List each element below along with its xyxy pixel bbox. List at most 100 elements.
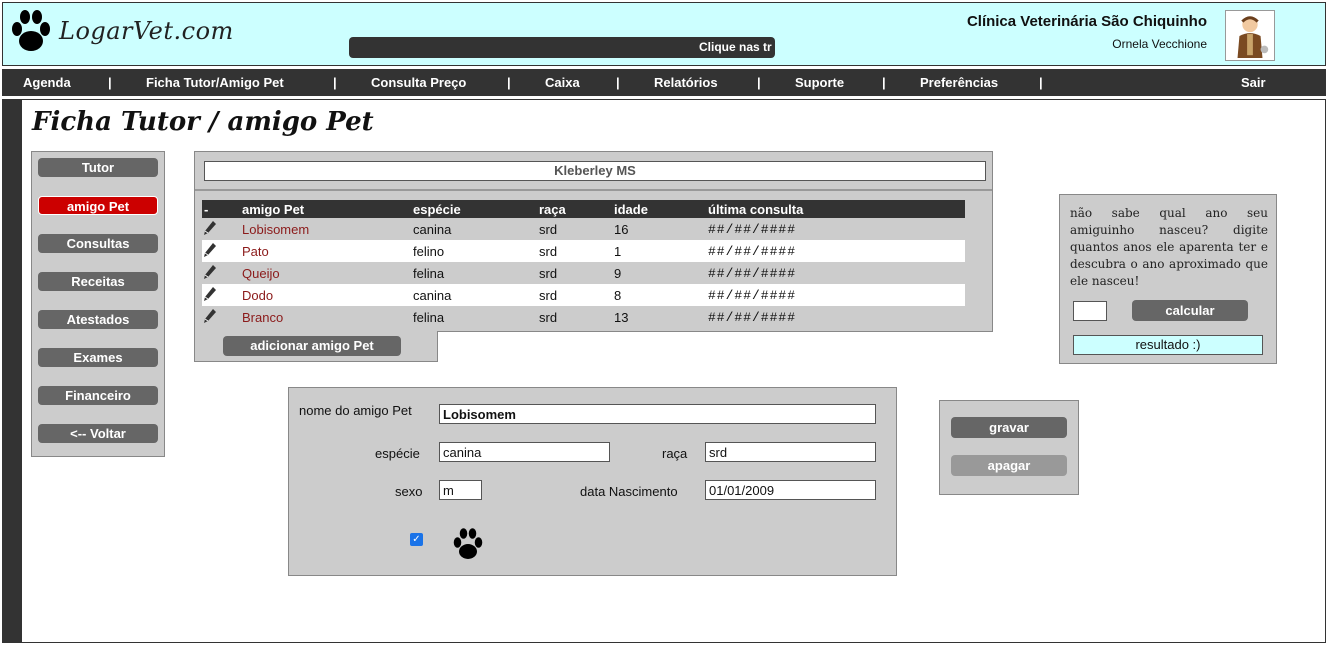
avatar: [1225, 10, 1275, 61]
age-calculator-panel: não sabe qual ano seu amiguinho nasceu? …: [1059, 194, 1277, 364]
age-input[interactable]: [1073, 301, 1107, 321]
nav-separator: |: [333, 75, 337, 90]
calculator-result: resultado :): [1073, 335, 1263, 355]
calculate-button[interactable]: calcular: [1132, 300, 1248, 321]
sex-label: sexo: [395, 484, 423, 499]
table-row[interactable]: Dodo canina srd 8 ##/##/####: [202, 284, 965, 306]
side-item-atestados[interactable]: Atestados: [38, 310, 158, 329]
edit-cell[interactable]: [202, 306, 240, 328]
species-field[interactable]: [439, 442, 610, 462]
side-item-financeiro[interactable]: Financeiro: [38, 386, 158, 405]
birth-date-label: data Nascimento: [580, 484, 678, 499]
species-cell: canina: [411, 218, 537, 240]
col-header-breed[interactable]: raça: [537, 200, 612, 218]
col-header-name[interactable]: amigo Pet: [240, 200, 411, 218]
last-visit-cell: ##/##/####: [706, 218, 965, 240]
pencil-icon[interactable]: [204, 242, 216, 257]
nav-separator: |: [507, 75, 511, 90]
table-row[interactable]: Pato felino srd 1 ##/##/####: [202, 240, 965, 262]
last-visit-cell: ##/##/####: [706, 240, 965, 262]
table-header-row: - amigo Pet espécie raça idade última co…: [202, 200, 965, 218]
nav-relatorios[interactable]: Relatórios: [654, 75, 718, 90]
logo-text: LogarVet.com: [59, 17, 234, 45]
side-item-voltar[interactable]: <-- Voltar: [38, 424, 158, 443]
nav-caixa[interactable]: Caixa: [545, 75, 580, 90]
nav-suporte[interactable]: Suporte: [795, 75, 844, 90]
side-item-amigo-pet[interactable]: amigo Pet: [38, 196, 158, 215]
pet-edit-form: nome do amigo Pet espécie raça sexo data…: [288, 387, 897, 576]
table-row[interactable]: Branco felina srd 13 ##/##/####: [202, 306, 965, 328]
age-cell: 1: [612, 240, 706, 262]
species-cell: felina: [411, 262, 537, 284]
nav-separator: |: [108, 75, 112, 90]
edit-cell[interactable]: [202, 218, 240, 240]
side-item-tutor[interactable]: Tutor: [38, 158, 158, 177]
age-cell: 9: [612, 262, 706, 284]
active-checkbox[interactable]: ✓: [410, 533, 423, 546]
species-cell: felina: [411, 306, 537, 328]
page-title: Ficha Tutor / amigo Pet: [32, 107, 374, 137]
nav-preferencias[interactable]: Preferências: [920, 75, 998, 90]
side-item-consultas[interactable]: Consultas: [38, 234, 158, 253]
pet-name-cell[interactable]: Queijo: [240, 262, 411, 284]
pencil-icon[interactable]: [204, 286, 216, 301]
pet-name-cell[interactable]: Branco: [240, 306, 411, 328]
nav-consulta-preco[interactable]: Consulta Preço: [371, 75, 466, 90]
nav-separator: |: [1039, 75, 1043, 90]
col-header-species[interactable]: espécie: [411, 200, 537, 218]
table-row[interactable]: Queijo felina srd 9 ##/##/####: [202, 262, 965, 284]
age-cell: 16: [612, 218, 706, 240]
age-cell: 13: [612, 306, 706, 328]
table-row[interactable]: Lobisomem canina srd 16 ##/##/####: [202, 218, 965, 240]
side-item-receitas[interactable]: Receitas: [38, 272, 158, 291]
sex-field[interactable]: [439, 480, 482, 500]
clinic-name: Clínica Veterinária São Chiquinho: [966, 13, 1207, 30]
tutor-name: Kleberley MS: [204, 161, 986, 181]
birth-date-field[interactable]: [705, 480, 876, 500]
edit-cell[interactable]: [202, 262, 240, 284]
nav-separator: |: [616, 75, 620, 90]
pet-name-label: nome do amigo Pet: [299, 403, 412, 418]
pet-name-cell[interactable]: Lobisomem: [240, 218, 411, 240]
pet-list-panel: Kleberley MS - amigo Pet espécie raça id…: [194, 151, 993, 332]
breed-field[interactable]: [705, 442, 876, 462]
breed-cell: srd: [537, 306, 612, 328]
col-header-age[interactable]: idade: [612, 200, 706, 218]
add-pet-button[interactable]: adicionar amigo Pet: [223, 336, 401, 356]
last-visit-cell: ##/##/####: [706, 262, 965, 284]
add-pet-wrapper: adicionar amigo Pet: [194, 331, 438, 362]
pet-name-cell[interactable]: Dodo: [240, 284, 411, 306]
news-ticker[interactable]: Clique nas tr: [349, 37, 775, 58]
species-cell: canina: [411, 284, 537, 306]
delete-button[interactable]: apagar: [951, 455, 1067, 476]
side-item-exames[interactable]: Exames: [38, 348, 158, 367]
paw-logo-icon: [12, 10, 50, 51]
save-button[interactable]: gravar: [951, 417, 1067, 438]
main-nav: Agenda | Ficha Tutor/Amigo Pet | Consult…: [2, 69, 1326, 96]
breed-cell: srd: [537, 218, 612, 240]
calculator-instructions: não sabe qual ano seu amiguinho nasceu? …: [1070, 206, 1268, 288]
logo[interactable]: LogarVet.com: [9, 7, 234, 55]
divider: [195, 189, 992, 191]
news-ticker-text: Clique nas tr: [699, 40, 772, 54]
nav-sair[interactable]: Sair: [1241, 75, 1266, 90]
last-visit-cell: ##/##/####: [706, 306, 965, 328]
side-menu: Tutor amigo Pet Consultas Receitas Atest…: [31, 151, 165, 457]
breed-label: raça: [662, 446, 688, 461]
edit-cell[interactable]: [202, 284, 240, 306]
species-cell: felino: [411, 240, 537, 262]
col-header-last-visit[interactable]: última consulta: [706, 200, 965, 218]
pet-table: - amigo Pet espécie raça idade última co…: [202, 200, 965, 328]
pet-name-field[interactable]: [439, 404, 876, 424]
edit-cell[interactable]: [202, 240, 240, 262]
pencil-icon[interactable]: [204, 220, 216, 235]
pet-name-cell[interactable]: Pato: [240, 240, 411, 262]
nav-agenda[interactable]: Agenda: [23, 75, 71, 90]
breed-cell: srd: [537, 262, 612, 284]
breed-cell: srd: [537, 240, 612, 262]
nav-ficha-tutor[interactable]: Ficha Tutor/Amigo Pet: [146, 75, 284, 90]
breed-cell: srd: [537, 284, 612, 306]
nav-separator: |: [757, 75, 761, 90]
pencil-icon[interactable]: [204, 264, 216, 279]
pencil-icon[interactable]: [204, 308, 216, 323]
